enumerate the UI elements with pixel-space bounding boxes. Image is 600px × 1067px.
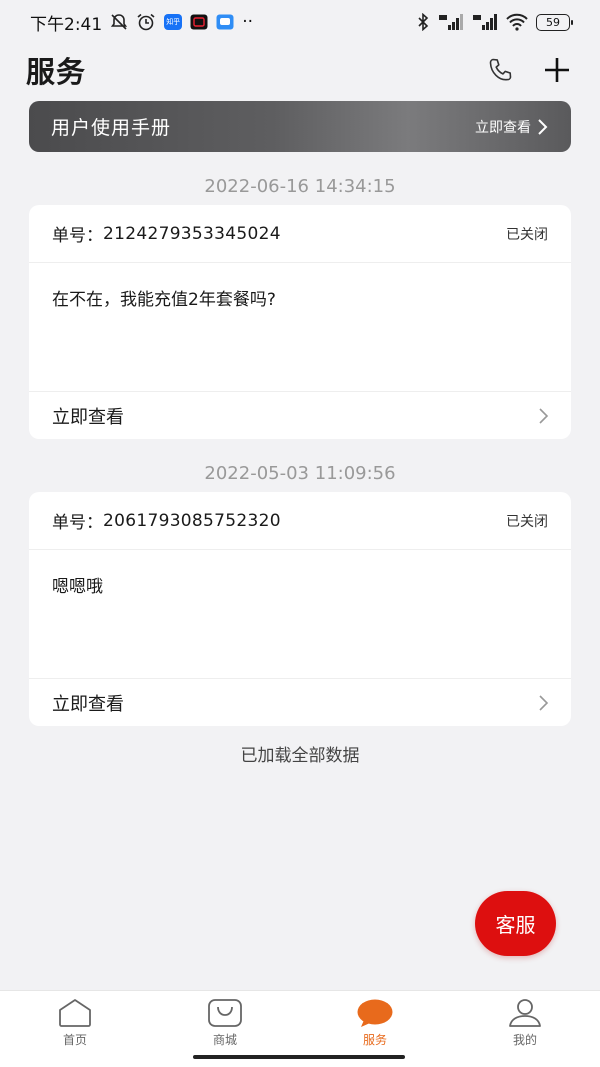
nav-label: 商城 bbox=[212, 1033, 237, 1047]
status-time: 下午2:41 bbox=[30, 14, 103, 35]
home-indicator-bar[interactable] bbox=[193, 1055, 405, 1059]
profile-icon bbox=[509, 999, 541, 1027]
user-manual-title: 用户使用手册 bbox=[51, 117, 172, 139]
page-header: 服务 bbox=[0, 48, 600, 92]
ticket-view-button[interactable]: 立即查看 bbox=[29, 679, 571, 726]
bell-muted-icon bbox=[110, 13, 128, 31]
phone-icon bbox=[489, 58, 512, 81]
service-chat-icon bbox=[357, 999, 393, 1027]
bluetooth-icon bbox=[416, 13, 430, 31]
ticket-card[interactable]: 单号： 2124279353345024 已关闭 在不在，我能充值2年套餐吗? … bbox=[29, 205, 571, 439]
ticket-number-label: 单号： bbox=[52, 513, 103, 533]
ticket-content: 嗯嗯哦 bbox=[29, 550, 571, 679]
add-ticket-button[interactable] bbox=[540, 53, 574, 87]
status-bar: 下午2:41 知乎 ·· 59 bbox=[0, 0, 600, 44]
ticket-number: 2124279353345024 bbox=[103, 223, 281, 244]
ticket-view-button[interactable]: 立即查看 bbox=[29, 392, 571, 439]
alarm-clock-icon bbox=[136, 13, 156, 31]
ticket-header: 单号： 2061793085752320 已关闭 bbox=[29, 492, 571, 550]
customer-service-button[interactable]: 客服 bbox=[475, 891, 556, 956]
status-right: 59 bbox=[416, 13, 573, 31]
header-actions bbox=[484, 53, 574, 87]
nav-label: 我的 bbox=[512, 1033, 537, 1047]
ticket-view-label: 立即查看 bbox=[52, 693, 124, 715]
zhihu-app-icon: 知乎 bbox=[164, 14, 183, 30]
shop-bag-icon bbox=[208, 999, 242, 1027]
ticket-number-label: 单号： bbox=[52, 226, 103, 246]
call-button[interactable] bbox=[484, 53, 518, 87]
ticket-number: 2061793085752320 bbox=[103, 510, 281, 531]
status-left: 下午2:41 知乎 ·· bbox=[30, 10, 253, 35]
home-icon bbox=[59, 999, 91, 1027]
nav-label: 服务 bbox=[362, 1033, 387, 1047]
ticket-header: 单号： 2124279353345024 已关闭 bbox=[29, 205, 571, 263]
chevron-right-icon bbox=[538, 118, 548, 135]
battery-indicator: 59 bbox=[536, 13, 573, 31]
signal-hd-icon bbox=[438, 13, 464, 31]
nav-label: 首页 bbox=[62, 1033, 87, 1047]
nav-item-home[interactable]: 首页 bbox=[0, 991, 150, 1067]
chevron-right-icon bbox=[539, 694, 549, 711]
video-app-icon bbox=[190, 14, 208, 30]
more-notifications: ·· bbox=[242, 12, 253, 32]
ticket-card[interactable]: 单号： 2061793085752320 已关闭 嗯嗯哦 立即查看 bbox=[29, 492, 571, 726]
plus-icon bbox=[545, 58, 569, 82]
loaded-all-text: 已加载全部数据 bbox=[240, 746, 360, 766]
ticket-status: 已关闭 bbox=[506, 513, 548, 530]
message-app-icon bbox=[216, 14, 234, 30]
signal-hd-icon-2 bbox=[472, 13, 498, 31]
ticket-view-label: 立即查看 bbox=[52, 406, 124, 428]
chevron-right-icon bbox=[539, 407, 549, 424]
nav-item-profile[interactable]: 我的 bbox=[450, 991, 600, 1067]
user-manual-view-label: 立即查看 bbox=[475, 119, 531, 136]
ticket-timestamp: 2022-05-03 11:09:56 bbox=[204, 463, 396, 484]
ticket-content: 在不在，我能充值2年套餐吗? bbox=[29, 263, 571, 392]
user-manual-view-link[interactable]: 立即查看 bbox=[475, 117, 549, 137]
ticket-status: 已关闭 bbox=[506, 226, 548, 243]
ticket-timestamp: 2022-06-16 14:34:15 bbox=[204, 176, 396, 197]
wifi-icon bbox=[506, 13, 528, 31]
user-manual-banner[interactable]: 用户使用手册 立即查看 bbox=[29, 101, 571, 152]
page-title: 服务 bbox=[26, 55, 87, 89]
